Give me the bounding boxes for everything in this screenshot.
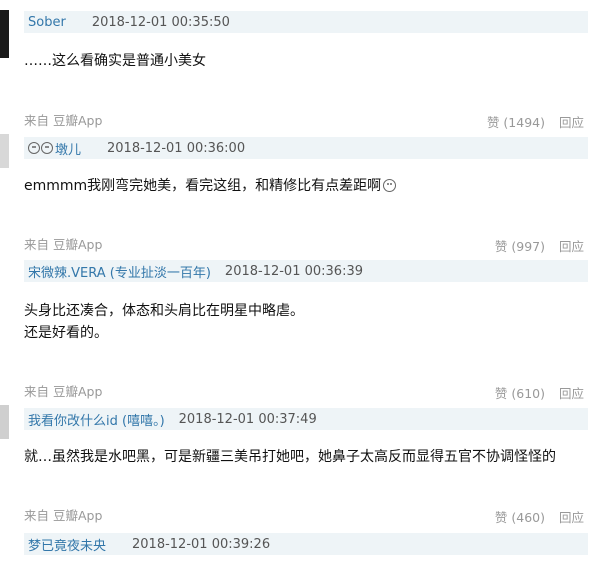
comment-author[interactable]: Sober bbox=[28, 15, 66, 30]
comment-line: emmmm我刚弯完她美，看完这组，和精修比有点差距啊 bbox=[24, 178, 382, 194]
smiley-icon bbox=[28, 142, 40, 154]
reply-button[interactable]: 回应 bbox=[559, 236, 584, 255]
comment-header: 宋微辣.VERA (专业扯淡一百年) 2018-12-01 00:36:39 bbox=[24, 260, 588, 282]
comment-author[interactable]: 梦已竟夜未央 bbox=[28, 535, 106, 554]
comment-author[interactable]: 我看你改什么id (嘻嘻。) bbox=[28, 410, 165, 429]
comment-header: Sober 2018-12-01 00:35:50 bbox=[24, 11, 588, 33]
reply-button[interactable]: 回应 bbox=[559, 112, 584, 131]
comment-author[interactable]: 墩儿 bbox=[55, 139, 81, 158]
like-button[interactable]: 赞 (1494) bbox=[487, 112, 545, 131]
like-button[interactable]: 赞 (610) bbox=[495, 383, 545, 402]
comment-actions: 赞 (460) 回应 bbox=[495, 507, 584, 526]
reply-button[interactable]: 回应 bbox=[559, 383, 584, 402]
comment-text: emmmm我刚弯完她美，看完这组，和精修比有点差距啊 bbox=[24, 175, 397, 197]
comment-source: 来自 豆瓣App bbox=[24, 113, 103, 128]
comment-header: 梦已竟夜未央 2018-12-01 00:39:26 bbox=[24, 533, 588, 555]
comment-time: 2018-12-01 00:35:50 bbox=[91, 14, 230, 30]
like-button[interactable]: 赞 (997) bbox=[495, 236, 545, 255]
comment-time: 2018-12-01 00:37:49 bbox=[178, 411, 317, 427]
avatar bbox=[0, 10, 9, 58]
comment-actions: 赞 (1494) 回应 bbox=[487, 112, 584, 131]
comment-source: 来自 豆瓣App bbox=[24, 384, 103, 399]
like-button[interactable]: 赞 (460) bbox=[495, 507, 545, 526]
comment-time: 2018-12-01 00:39:26 bbox=[132, 536, 271, 552]
comment-source: 来自 豆瓣App bbox=[24, 237, 103, 252]
comment-source: 来自 豆瓣App bbox=[24, 508, 103, 523]
comment-header: 墩儿 2018-12-01 00:36:00 bbox=[24, 137, 588, 159]
comment-actions: 赞 (997) 回应 bbox=[495, 236, 584, 255]
avatar bbox=[0, 405, 9, 439]
comment-author[interactable]: 宋微辣.VERA (专业扯淡一百年) bbox=[28, 262, 211, 281]
avatar bbox=[0, 134, 9, 168]
comment-text: 就…虽然我是水吧黑，可是新疆三美吊打她吧，她鼻子太高反而显得五官不协调怪怪的 bbox=[24, 449, 556, 465]
smiley-icon bbox=[383, 179, 397, 192]
comment-time: 2018-12-01 00:36:39 bbox=[224, 263, 363, 279]
smiley-icon bbox=[41, 142, 53, 154]
comment-time: 2018-12-01 00:36:00 bbox=[107, 140, 246, 156]
comment-text: 还是好看的。 bbox=[24, 325, 108, 341]
comment-text: ……这么看确实是普通小美女 bbox=[24, 53, 206, 69]
comment-header: 我看你改什么id (嘻嘻。) 2018-12-01 00:37:49 bbox=[24, 408, 588, 430]
comment-actions: 赞 (610) 回应 bbox=[495, 383, 584, 402]
reply-button[interactable]: 回应 bbox=[559, 507, 584, 526]
comment-text: 头身比还凑合，体态和头肩比在明星中略虐。 bbox=[24, 303, 304, 319]
